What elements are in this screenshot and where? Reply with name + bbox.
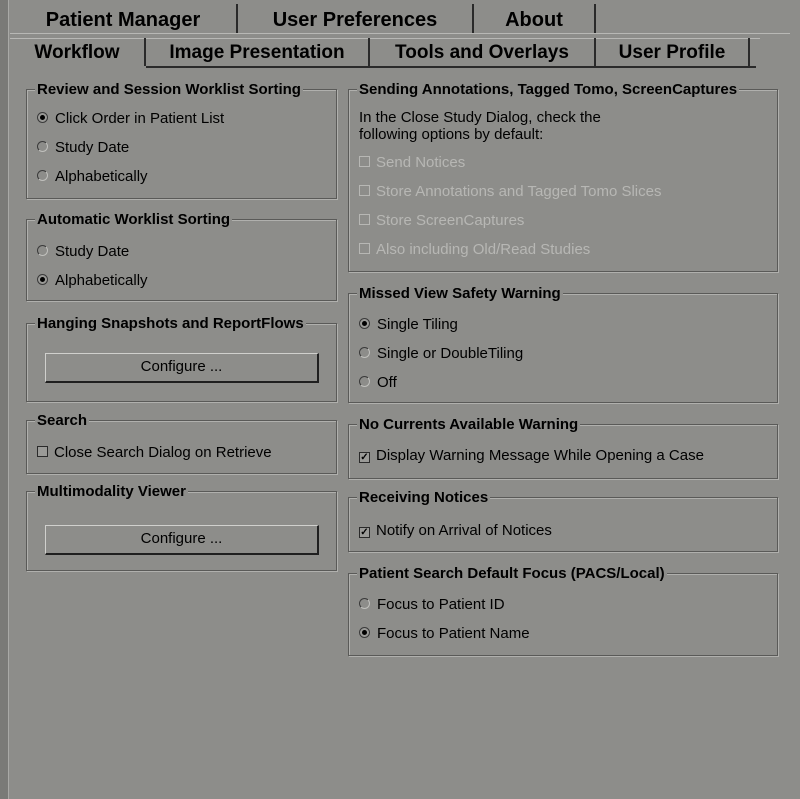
review-option-alphabetically[interactable]: Alphabetically	[37, 168, 148, 186]
radio-selected-icon[interactable]	[359, 627, 370, 638]
patient-search-option-id[interactable]: Focus to Patient ID	[359, 596, 505, 614]
radio-unselected-icon[interactable]	[37, 170, 48, 181]
missed-view-option-off[interactable]: Off	[359, 374, 397, 392]
receiving-checkbox-label: Notify on Arrival of Notices	[376, 522, 552, 539]
radio-selected-icon[interactable]	[359, 318, 370, 329]
auto-sorting-group: Automatic Worklist Sorting Study Date Al…	[26, 211, 337, 301]
sending-option-store-annotations[interactable]: Store Annotations and Tagged Tomo Slices	[359, 183, 661, 201]
tab-tools-and-overlays[interactable]: Tools and Overlays	[370, 38, 596, 66]
user-preferences-window: Patient Manager User Preferences About W…	[0, 0, 800, 799]
checkbox-checked-icon[interactable]: ✓	[359, 527, 370, 538]
sending-option-store-screencaptures-label: Store ScreenCaptures	[376, 212, 525, 229]
no-currents-checkbox[interactable]: ✓ Display Warning Message While Opening a…	[359, 447, 704, 465]
patient-search-group: Patient Search Default Focus (PACS/Local…	[348, 565, 778, 656]
receiving-title: Receiving Notices	[357, 489, 491, 507]
no-currents-checkbox-label: Display Warning Message While Opening a …	[376, 447, 704, 464]
review-option-click-order-label: Click Order in Patient List	[55, 110, 225, 127]
tab-user-preferences[interactable]: User Preferences	[238, 4, 474, 34]
patient-search-option-name-label: Focus to Patient Name	[377, 625, 530, 642]
tab-image-presentation[interactable]: Image Presentation	[146, 38, 370, 66]
checkbox-disabled-icon[interactable]	[359, 185, 370, 196]
missed-view-title: Missed View Safety Warning	[357, 285, 563, 303]
sending-option-include-old-label: Also including Old/Read Studies	[376, 241, 591, 258]
missed-view-group: Missed View Safety Warning Single Tiling…	[348, 285, 778, 403]
radio-selected-icon[interactable]	[37, 112, 48, 123]
multimodality-configure-button[interactable]: Configure ...	[45, 525, 319, 555]
checkbox-unchecked-icon[interactable]	[37, 446, 48, 457]
sending-title: Sending Annotations, Tagged Tomo, Screen…	[357, 81, 740, 99]
review-option-study-date[interactable]: Study Date	[37, 139, 129, 157]
sending-option-include-old[interactable]: Also including Old/Read Studies	[359, 241, 590, 259]
tab-workflow[interactable]: Workflow	[10, 38, 146, 66]
review-option-alphabetically-label: Alphabetically	[55, 168, 148, 185]
no-currents-group: No Currents Available Warning ✓ Display W…	[348, 416, 778, 479]
window-left-edge-highlight	[8, 0, 9, 799]
auto-option-alphabetically[interactable]: Alphabetically	[37, 272, 148, 290]
no-currents-title: No Currents Available Warning	[357, 416, 581, 434]
radio-unselected-icon[interactable]	[359, 598, 370, 609]
hanging-title: Hanging Snapshots and ReportFlows	[35, 315, 306, 333]
missed-view-option-single[interactable]: Single Tiling	[359, 316, 458, 334]
sending-option-send-notices[interactable]: Send Notices	[359, 154, 465, 172]
auto-option-study-date-label: Study Date	[55, 243, 130, 260]
patient-search-option-id-label: Focus to Patient ID	[377, 596, 505, 613]
radio-selected-icon[interactable]	[37, 274, 48, 285]
auto-sorting-title: Automatic Worklist Sorting	[35, 211, 233, 229]
review-sorting-title: Review and Session Worklist Sorting	[35, 81, 303, 99]
hanging-group: Hanging Snapshots and ReportFlows Config…	[26, 315, 337, 402]
search-group: Search Close Search Dialog on Retrieve	[26, 412, 337, 474]
multimodality-group: Multimodality Viewer Configure ...	[26, 483, 337, 571]
checkbox-disabled-icon[interactable]	[359, 156, 370, 167]
patient-search-title: Patient Search Default Focus (PACS/Local…	[357, 565, 667, 583]
checkbox-disabled-icon[interactable]	[359, 214, 370, 225]
missed-view-option-single-label: Single Tiling	[377, 316, 458, 333]
hanging-configure-button[interactable]: Configure ...	[45, 353, 319, 383]
receiving-checkbox[interactable]: ✓ Notify on Arrival of Notices	[359, 522, 552, 540]
search-close-dialog-checkbox[interactable]: Close Search Dialog on Retrieve	[37, 444, 272, 462]
search-title: Search	[35, 412, 90, 430]
checkbox-disabled-icon[interactable]	[359, 243, 370, 254]
sub-tab-underline	[146, 66, 756, 68]
auto-option-study-date[interactable]: Study Date	[37, 243, 129, 261]
sending-group: Sending Annotations, Tagged Tomo, Screen…	[348, 81, 778, 272]
top-tab-divider	[10, 33, 790, 34]
checkbox-checked-icon[interactable]: ✓	[359, 452, 370, 463]
review-option-click-order[interactable]: Click Order in Patient List	[37, 110, 224, 128]
radio-unselected-icon[interactable]	[37, 245, 48, 256]
sending-option-store-annotations-label: Store Annotations and Tagged Tomo Slices	[376, 183, 662, 200]
sending-description-line2: following options by default:	[359, 126, 544, 143]
receiving-group: Receiving Notices ✓ Notify on Arrival of …	[348, 489, 778, 552]
sending-option-store-screencaptures[interactable]: Store ScreenCaptures	[359, 212, 524, 230]
missed-view-option-single-or-double-label: Single or DoubleTiling	[377, 345, 524, 362]
tab-about[interactable]: About	[474, 4, 596, 34]
tab-patient-manager[interactable]: Patient Manager	[10, 4, 238, 34]
patient-search-option-name[interactable]: Focus to Patient Name	[359, 625, 530, 643]
sending-description-line1: In the Close Study Dialog, check the	[359, 109, 601, 126]
tab-user-profile[interactable]: User Profile	[596, 38, 750, 66]
search-close-dialog-label: Close Search Dialog on Retrieve	[54, 444, 272, 461]
multimodality-title: Multimodality Viewer	[35, 483, 188, 501]
review-sorting-group: Review and Session Worklist Sorting Clic…	[26, 81, 337, 199]
missed-view-option-off-label: Off	[377, 374, 397, 391]
review-option-study-date-label: Study Date	[55, 139, 130, 156]
missed-view-option-single-or-double[interactable]: Single or DoubleTiling	[359, 345, 523, 363]
radio-unselected-icon[interactable]	[359, 347, 370, 358]
radio-unselected-icon[interactable]	[37, 141, 48, 152]
radio-unselected-icon[interactable]	[359, 376, 370, 387]
sending-option-send-notices-label: Send Notices	[376, 154, 466, 171]
auto-option-alphabetically-label: Alphabetically	[55, 272, 148, 289]
